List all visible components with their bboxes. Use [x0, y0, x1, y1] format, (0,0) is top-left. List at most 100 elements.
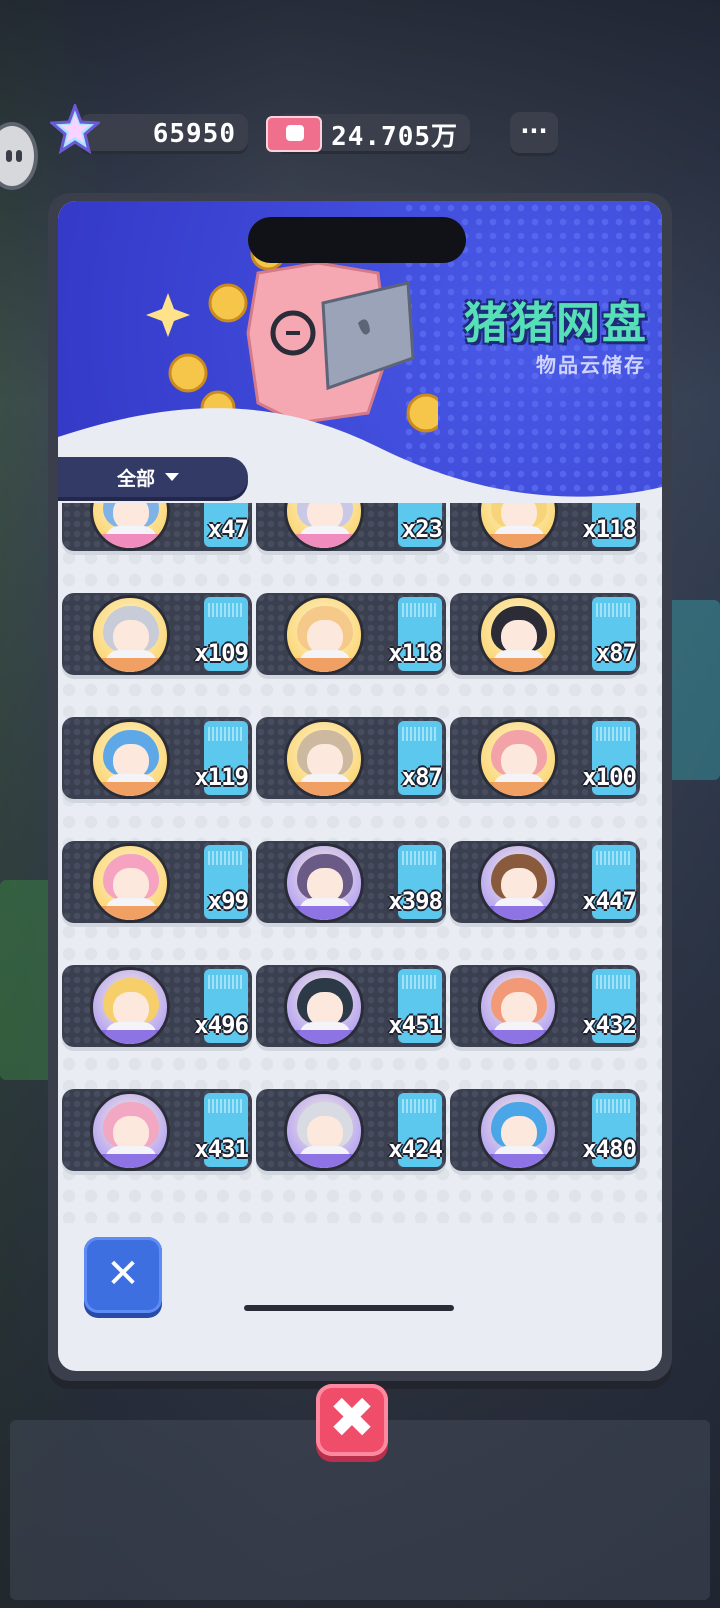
avatar-face [113, 992, 149, 1026]
avatar-band [287, 782, 361, 796]
close-button[interactable]: ✖ [316, 1384, 388, 1456]
item-count: x99 [207, 887, 249, 915]
character-item-card[interactable]: x424 [256, 1089, 446, 1171]
character-avatar [90, 503, 170, 551]
cloud-storage-panel: 猪猪网盘 物品云储存 全部 x47 x23 x118 x109 x118 x87 x119 x… [58, 201, 662, 1371]
avatar-band [287, 534, 361, 548]
character-item-card[interactable]: x87 [450, 593, 640, 675]
character-item-card[interactable]: x118 [450, 503, 640, 551]
item-count: x480 [582, 1135, 637, 1163]
item-count: x109 [194, 639, 249, 667]
item-count: x118 [388, 639, 443, 667]
character-avatar [284, 1091, 364, 1171]
star-icon [50, 104, 100, 154]
item-grid[interactable]: x47 x23 x118 x109 x118 x87 x119 x87 x100 x99 x398 x… [58, 503, 662, 1223]
more-options-button[interactable]: ··· [510, 112, 558, 156]
character-avatar [478, 595, 558, 675]
avatar-face [307, 744, 343, 778]
character-avatar [90, 843, 170, 923]
item-count: x398 [388, 887, 443, 915]
avatar-face [501, 868, 537, 902]
camera-notch [248, 217, 466, 263]
character-item-card[interactable]: x47 [62, 503, 252, 551]
character-item-card[interactable]: x99 [62, 841, 252, 923]
avatar-face [307, 1116, 343, 1150]
avatar-face [501, 992, 537, 1026]
item-count: x100 [582, 763, 637, 791]
avatar-band [481, 782, 555, 796]
character-item-card[interactable]: x118 [256, 593, 446, 675]
avatar-face [307, 620, 343, 654]
item-count: x119 [194, 763, 249, 791]
character-avatar [90, 595, 170, 675]
item-count: x451 [388, 1011, 443, 1039]
character-avatar [284, 967, 364, 1047]
item-count: x424 [388, 1135, 443, 1163]
avatar-band [93, 1030, 167, 1044]
character-item-card[interactable]: x431 [62, 1089, 252, 1171]
avatar-band [481, 1030, 555, 1044]
item-count: x87 [401, 763, 443, 791]
currency-bar: 65950 24.705万 ··· [0, 104, 720, 190]
character-avatar [478, 843, 558, 923]
avatar-face [113, 620, 149, 654]
character-avatar [90, 967, 170, 1047]
character-avatar [284, 843, 364, 923]
avatar-face [501, 1116, 537, 1150]
character-item-card[interactable]: x100 [450, 717, 640, 799]
avatar-face [113, 1116, 149, 1150]
panel-subtitle: 物品云储存 [536, 353, 646, 377]
chevron-down-icon [165, 473, 179, 481]
avatar-band [93, 906, 167, 920]
home-indicator [244, 1305, 454, 1311]
avatar-face [113, 868, 149, 902]
character-item-card[interactable]: x451 [256, 965, 446, 1047]
avatar-band [481, 1154, 555, 1168]
avatar-face [113, 744, 149, 778]
panel-title: 猪猪网盘 [464, 298, 648, 349]
character-avatar [90, 1091, 170, 1171]
avatar-face [501, 620, 537, 654]
ticket-icon [266, 116, 322, 152]
gem-count: 65950 [152, 119, 236, 149]
character-avatar [284, 719, 364, 799]
filter-label: 全部 [116, 467, 155, 490]
avatar-band [93, 782, 167, 796]
item-count: x23 [401, 515, 443, 543]
gem-counter[interactable]: 65950 [80, 114, 248, 154]
character-avatar [478, 719, 558, 799]
character-item-card[interactable]: x119 [62, 717, 252, 799]
ticket-count: 24.705万 [331, 121, 458, 152]
avatar-band [93, 658, 167, 672]
character-item-card[interactable]: x109 [62, 593, 252, 675]
avatar-band [481, 534, 555, 548]
character-item-card[interactable]: x496 [62, 965, 252, 1047]
character-item-card[interactable]: x87 [256, 717, 446, 799]
character-avatar [478, 967, 558, 1047]
character-item-card[interactable]: x432 [450, 965, 640, 1047]
character-avatar [284, 595, 364, 675]
character-avatar [478, 503, 558, 551]
avatar-band [93, 1154, 167, 1168]
character-avatar [478, 1091, 558, 1171]
item-count: x431 [194, 1135, 249, 1163]
avatar-band [287, 658, 361, 672]
character-avatar [90, 719, 170, 799]
item-count: x87 [595, 639, 637, 667]
character-item-card[interactable]: x480 [450, 1089, 640, 1171]
avatar-face [307, 868, 343, 902]
avatar-band [93, 534, 167, 548]
avatar-band [287, 1030, 361, 1044]
item-count: x118 [582, 515, 637, 543]
character-item-card[interactable]: x447 [450, 841, 640, 923]
close-panel-button[interactable]: ✕ [84, 1237, 162, 1313]
avatar-band [481, 906, 555, 920]
character-item-card[interactable]: x398 [256, 841, 446, 923]
character-avatar [284, 503, 364, 551]
avatar-face [501, 744, 537, 778]
item-count: x447 [582, 887, 637, 915]
avatar-band [287, 906, 361, 920]
item-count: x47 [207, 515, 249, 543]
category-filter-dropdown[interactable]: 全部 [58, 457, 248, 497]
character-item-card[interactable]: x23 [256, 503, 446, 551]
